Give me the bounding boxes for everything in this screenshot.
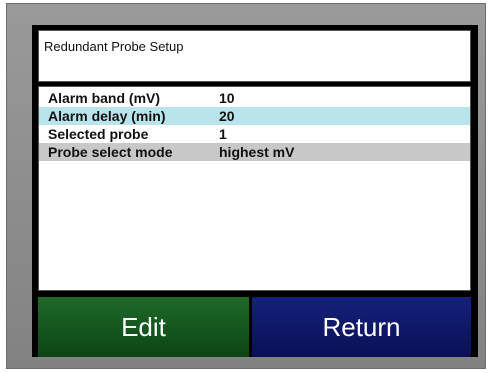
setting-row-selected-probe[interactable]: Selected probe 1 — [39, 125, 470, 143]
setting-row-alarm-delay[interactable]: Alarm delay (min) 20 — [39, 107, 470, 125]
settings-list: Alarm band (mV) 10 Alarm delay (min) 20 … — [38, 86, 471, 291]
setting-value: 1 — [219, 126, 227, 142]
setting-value: 10 — [219, 90, 235, 106]
setting-row-probe-select-mode[interactable]: Probe select mode highest mV — [39, 143, 470, 161]
setting-label: Alarm band (mV) — [48, 90, 161, 106]
setting-row-alarm-band[interactable]: Alarm band (mV) 10 — [39, 89, 470, 107]
setting-label: Alarm delay (min) — [48, 108, 166, 124]
page-title: Redundant Probe Setup — [44, 39, 184, 54]
device-bezel: Redundant Probe Setup Alarm band (mV) 10… — [6, 3, 486, 369]
setting-label: Selected probe — [48, 126, 149, 142]
setting-value: 20 — [219, 108, 235, 124]
title-panel: Redundant Probe Setup — [38, 30, 471, 82]
edit-button[interactable]: Edit — [38, 297, 249, 357]
touch-screen: Redundant Probe Setup Alarm band (mV) 10… — [32, 25, 478, 357]
setting-label: Probe select mode — [48, 144, 173, 160]
return-button[interactable]: Return — [252, 297, 471, 357]
setting-value: highest mV — [219, 144, 295, 160]
